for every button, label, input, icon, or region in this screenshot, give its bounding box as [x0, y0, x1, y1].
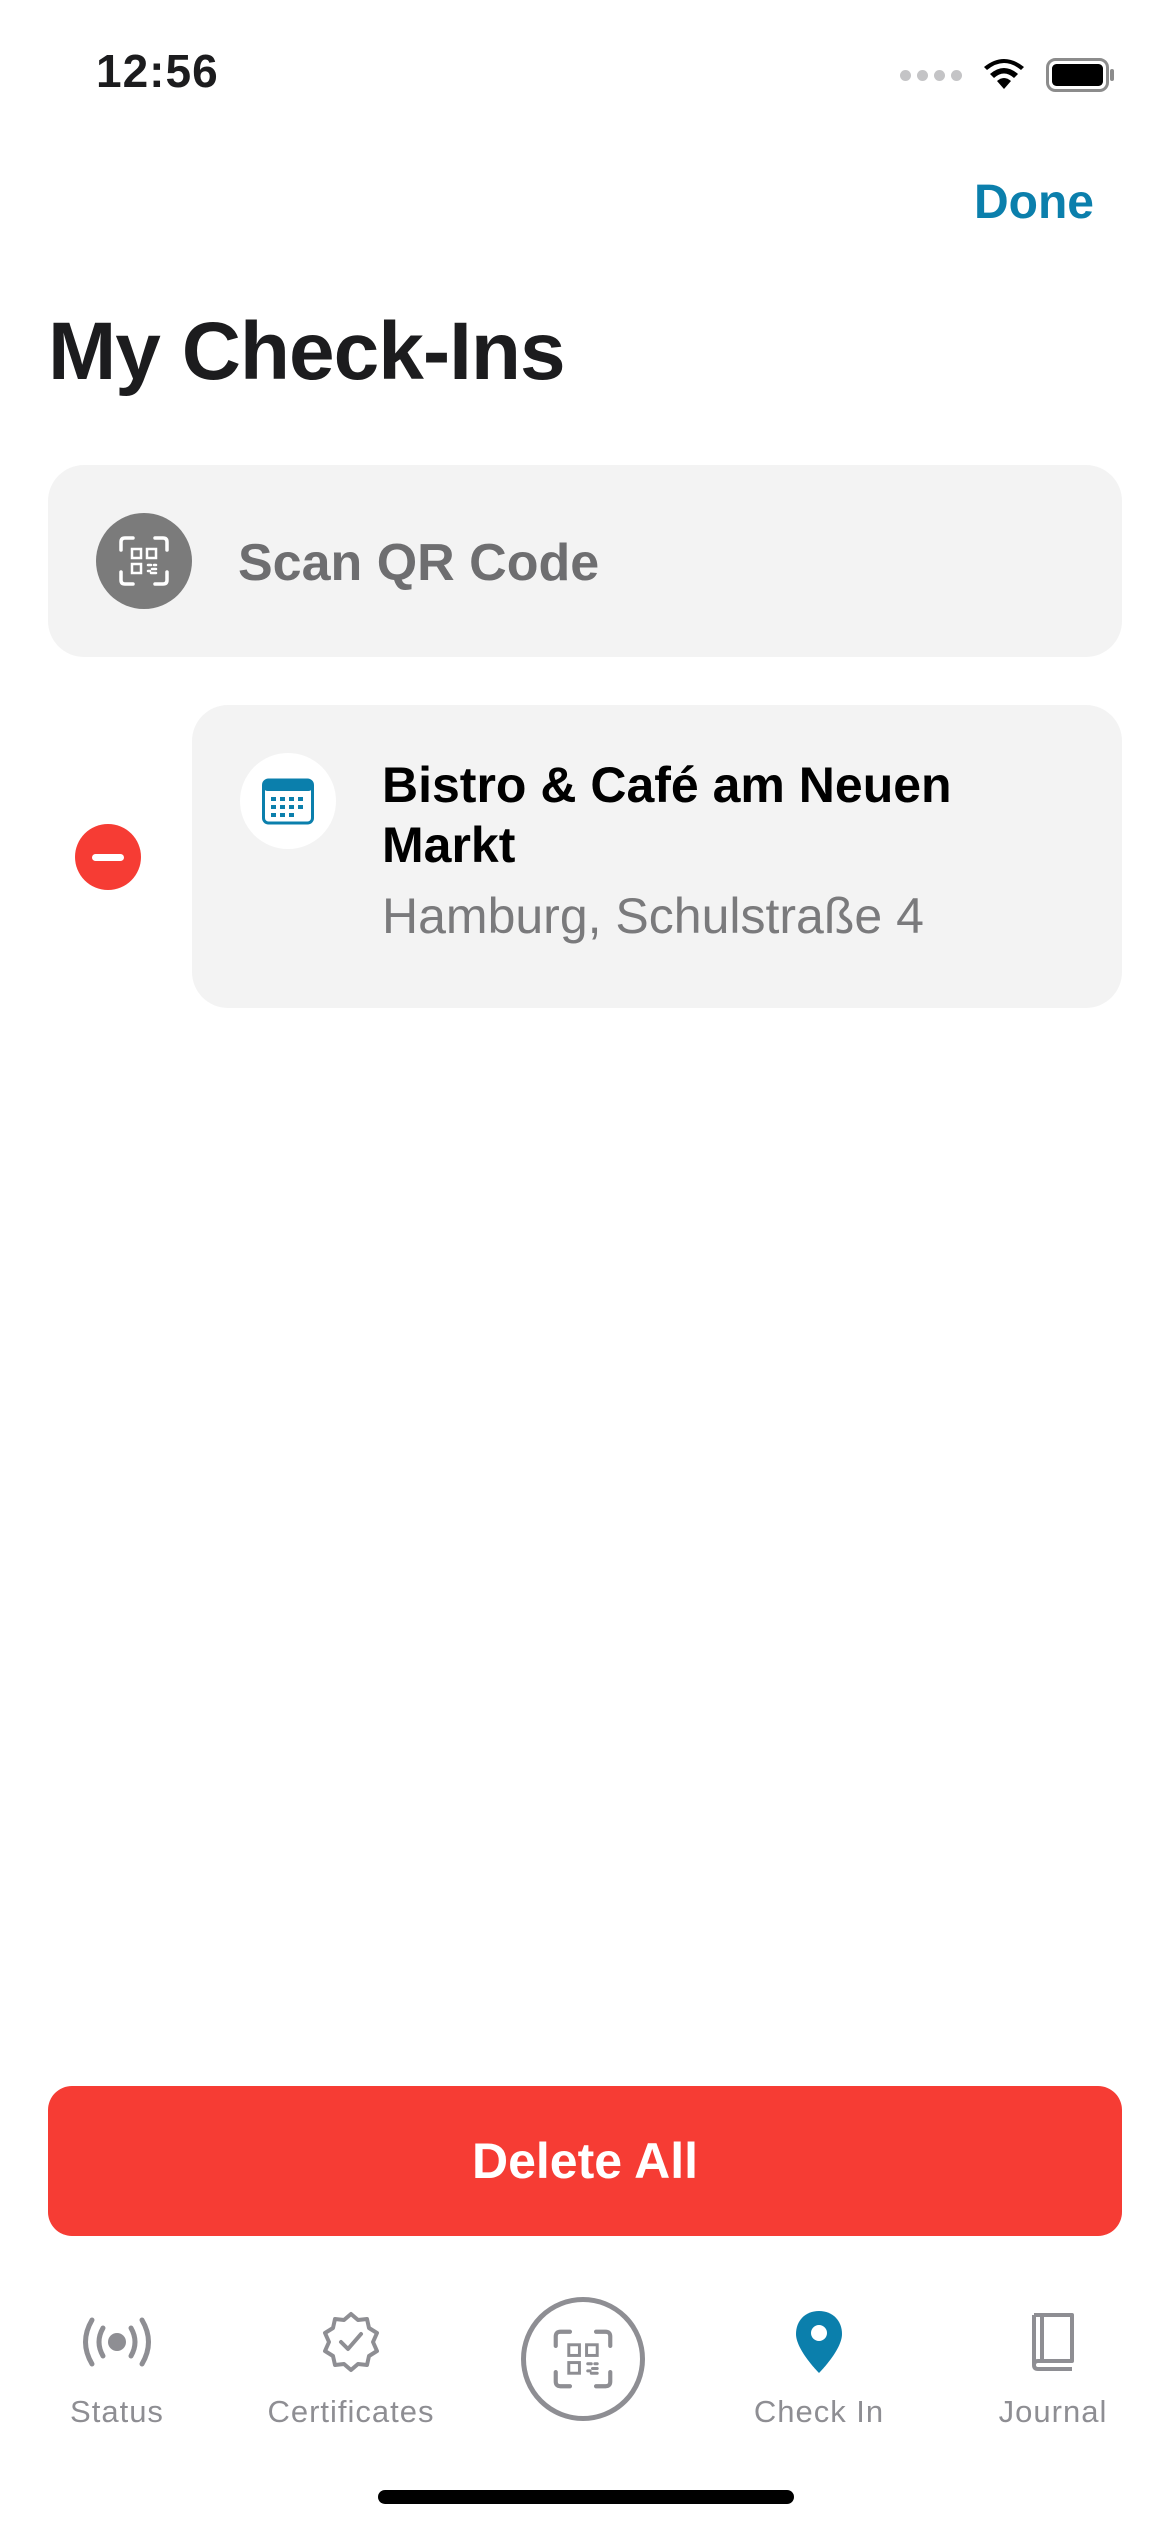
cellular-signal-icon: [900, 69, 962, 81]
qr-scan-icon: [553, 2329, 613, 2389]
status-time: 12:56: [96, 45, 219, 97]
checkin-list-item[interactable]: Bistro & Café am Neuen Markt Hamburg, Sc…: [192, 705, 1122, 1008]
tab-check-in-label: Check In: [753, 2394, 885, 2429]
home-indicator: [378, 2490, 794, 2504]
broadcast-icon: [0, 2306, 234, 2378]
verified-badge-icon: [234, 2306, 468, 2378]
qr-scan-icon: [96, 513, 192, 609]
book-icon: [936, 2306, 1170, 2378]
tab-check-in[interactable]: Check In: [702, 2270, 936, 2450]
checkin-address: Hamburg, Schulstraße 4: [382, 888, 924, 944]
page-title: My Check-Ins: [48, 306, 566, 397]
tab-journal[interactable]: Journal: [936, 2270, 1170, 2450]
scan-qr-code-row[interactable]: Scan QR Code: [48, 465, 1122, 657]
scan-qr-code-label: Scan QR Code: [238, 534, 600, 592]
minus-icon: [92, 853, 124, 861]
location-pin-icon: [702, 2306, 936, 2378]
tab-certificates-label: Certificates: [267, 2394, 435, 2429]
status-indicators: [900, 50, 1116, 100]
delete-all-button[interactable]: Delete All: [48, 2086, 1122, 2236]
delete-entry-button[interactable]: [75, 824, 141, 890]
tab-qr-scanner-button[interactable]: [521, 2297, 645, 2421]
tab-certificates[interactable]: Certificates: [234, 2270, 468, 2450]
checkin-name: Bistro & Café am Neuen Markt: [382, 757, 952, 873]
done-button[interactable]: Done: [974, 175, 1094, 230]
wifi-icon: [984, 59, 1024, 89]
calendar-icon: [240, 753, 336, 849]
tab-status[interactable]: Status: [0, 2270, 234, 2450]
tab-journal-label: Journal: [998, 2394, 1108, 2429]
battery-icon: [1046, 58, 1114, 92]
tab-status-label: Status: [70, 2394, 164, 2429]
